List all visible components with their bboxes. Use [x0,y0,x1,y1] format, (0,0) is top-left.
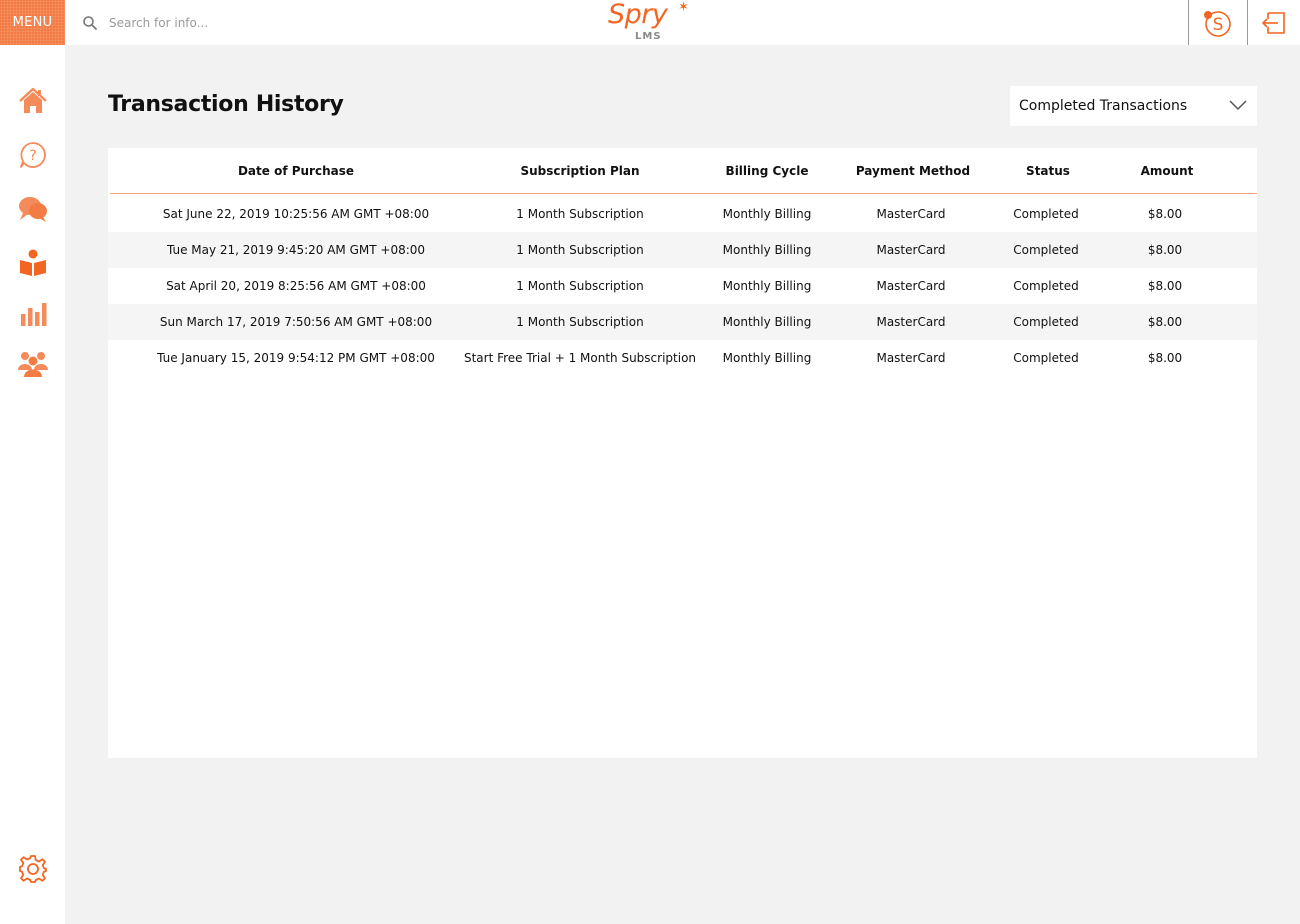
search-input[interactable] [109,15,409,30]
sidebar-item-groups[interactable] [16,346,49,379]
search-icon [83,15,97,30]
sidebar-item-home[interactable] [16,84,49,117]
cell-date: Sun March 17, 2019 7:50:56 AM GMT +08:00 [159,315,433,329]
cell-amount: $8.00 [1147,279,1183,293]
cell-billing: Monthly Billing [722,243,812,257]
cell-amount: $8.00 [1147,243,1183,257]
column-header-billing[interactable]: Billing Cycle [710,164,824,178]
column-header-date[interactable]: Date of Purchase [236,164,356,178]
subscription-icon: S [1204,11,1231,37]
cell-date: Sat June 22, 2019 10:25:56 AM GMT +08:00 [162,207,430,221]
transaction-filter-select[interactable]: Completed Transactions [1010,86,1257,126]
question-icon: ? [19,141,46,168]
column-header-status[interactable]: Status [1010,164,1086,178]
cell-plan: Start Free Trial + 1 Month Subscription [463,351,697,365]
logo-subtext: LMS [635,31,662,42]
cell-billing: Monthly Billing [722,315,812,329]
table-row[interactable]: Tue May 21, 2019 9:45:20 AM GMT +08:00 1… [108,232,1257,268]
logo-text: Spry [608,0,668,30]
logo-star-icon: ✶ [678,0,689,15]
page-title: Transaction History [108,92,344,117]
divider [1188,0,1189,45]
cell-billing: Monthly Billing [722,351,812,365]
cell-plan: 1 Month Subscription [516,207,644,221]
top-bar: MENU Spry ✶ LMS S [0,0,1300,45]
cell-status: Completed [1013,351,1079,365]
cell-status: Completed [1013,315,1079,329]
cell-billing: Monthly Billing [722,279,812,293]
cell-amount: $8.00 [1147,315,1183,329]
cell-status: Completed [1013,279,1079,293]
filter-selected-value: Completed Transactions [1019,98,1188,114]
cell-plan: 1 Month Subscription [516,243,644,257]
column-header-plan[interactable]: Subscription Plan [510,164,650,178]
menu-button[interactable]: MENU [0,0,65,45]
divider [1247,0,1248,45]
reader-book-icon [19,249,46,276]
cell-payment: MasterCard [876,243,946,257]
cell-plan: 1 Month Subscription [516,315,644,329]
cell-plan: 1 Month Subscription [516,279,644,293]
sidebar-item-learning[interactable] [16,246,49,279]
table-row[interactable]: Tue January 15, 2019 9:54:12 PM GMT +08:… [108,340,1257,376]
table-row[interactable]: Sat April 20, 2019 8:25:56 AM GMT +08:00… [108,268,1257,304]
cell-status: Completed [1013,243,1079,257]
home-icon [18,87,47,113]
logout-button[interactable] [1257,6,1291,40]
cell-date: Tue January 15, 2019 9:54:12 PM GMT +08:… [157,351,435,365]
transactions-table: Date of Purchase Subscription Plan Billi… [108,148,1257,758]
gear-icon [18,854,47,883]
table-row[interactable]: Sun March 17, 2019 7:50:56 AM GMT +08:00… [108,304,1257,340]
table-row[interactable]: Sat June 22, 2019 10:25:56 AM GMT +08:00… [108,196,1257,232]
logo[interactable]: Spry ✶ LMS [606,0,696,45]
table-header: Date of Purchase Subscription Plan Billi… [110,148,1257,194]
svg-text:S: S [1213,15,1224,35]
chevron-down-icon [1229,100,1247,111]
svg-text:?: ? [29,148,36,164]
sidebar-item-settings[interactable] [16,852,49,885]
cell-payment: MasterCard [876,315,946,329]
chat-bubbles-icon [18,196,47,222]
column-header-payment[interactable]: Payment Method [851,164,975,178]
cell-payment: MasterCard [876,351,946,365]
cell-date: Tue May 21, 2019 9:45:20 AM GMT +08:00 [166,243,426,257]
column-header-amount[interactable]: Amount [1130,164,1204,178]
sidebar-item-reports[interactable] [16,296,49,329]
sidebar-item-chat[interactable] [16,192,49,225]
logout-icon [1262,12,1285,34]
cell-billing: Monthly Billing [722,207,812,221]
sidebar-item-help[interactable]: ? [16,138,49,171]
sidebar: ? [0,45,65,924]
cell-date: Sat April 20, 2019 8:25:56 AM GMT +08:00 [166,279,426,293]
cell-status: Completed [1013,207,1079,221]
subscription-button[interactable]: S [1200,6,1234,40]
people-icon [17,351,48,377]
cell-amount: $8.00 [1147,351,1183,365]
search-bar [82,0,409,45]
cell-payment: MasterCard [876,207,946,221]
bar-chart-icon [20,302,46,326]
cell-amount: $8.00 [1147,207,1183,221]
cell-payment: MasterCard [876,279,946,293]
